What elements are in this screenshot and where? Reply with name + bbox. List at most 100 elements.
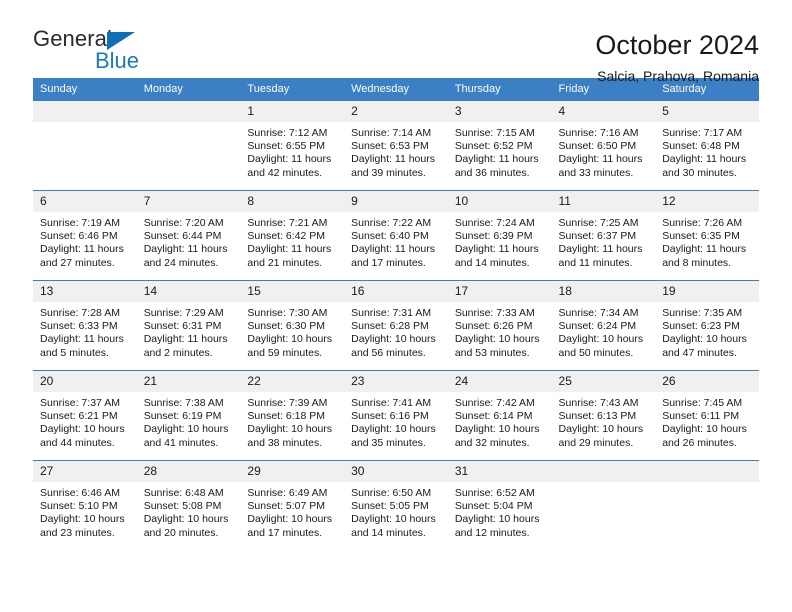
day-sunset-line: Sunset: 5:10 PM [40,500,118,513]
day-cell[interactable]: 4 Sunrise: 7:16 AM Sunset: 6:50 PM Daylight… [551,100,656,191]
day-number: 30 [344,461,448,482]
day-cell[interactable]: 30 Sunrise: 6:50 AM Sunset: 5:05 PM Dayligh… [344,460,448,551]
day-cell[interactable]: 27 Sunrise: 6:46 AM Sunset: 5:10 PM Dayligh… [33,460,137,551]
day-cell[interactable]: 18 Sunrise: 7:34 AM Sunset: 6:24 PM Dayligh… [551,280,656,371]
day-sunset-line: Sunset: 6:31 PM [143,320,222,333]
day-sunset-line: Sunset: 6:40 PM [351,230,429,243]
day-cell[interactable]: 9 Sunrise: 7:22 AM Sunset: 6:40 PM Daylight… [344,190,448,281]
day-details: Sunrise: 7:12 AM Sunset: 6:55 PM Daylight:… [240,122,344,180]
day-details: Sunrise: 7:33 AM Sunset: 6:26 PM Daylight:… [448,302,552,360]
day-cell[interactable]: 15 Sunrise: 7:30 AM Sunset: 6:30 PM Dayligh… [240,280,345,371]
day-details: Sunrise: 7:39 AM Sunset: 6:18 PM Daylight:… [240,392,344,450]
day-daylight-line: and 41 minutes. [143,436,219,449]
day-cell[interactable]: 29 Sunrise: 6:49 AM Sunset: 5:07 PM Dayligh… [240,460,345,551]
day-cell-empty [33,100,137,191]
day-cell[interactable]: 20 Sunrise: 7:37 AM Sunset: 6:21 PM Dayligh… [33,370,137,461]
day-sunset-line: Sunset: 6:52 PM [454,140,533,153]
day-cell[interactable]: 17 Sunrise: 7:33 AM Sunset: 6:26 PM Dayligh… [447,280,552,371]
day-daylight-line: Daylight: 10 hours [143,423,229,436]
day-cell[interactable]: 2 Sunrise: 7:14 AM Sunset: 6:53 PM Daylight… [344,100,448,191]
day-cell[interactable]: 23 Sunrise: 7:41 AM Sunset: 6:16 PM Dayligh… [344,370,448,461]
day-sunset-line: Sunset: 5:05 PM [351,500,429,513]
day-daylight-line: Daylight: 10 hours [247,423,333,436]
location-subtitle: Salcia, Prahova, Romania [597,68,759,85]
day-sunrise-line: Sunrise: 7:25 AM [558,217,639,229]
day-cell[interactable]: 5 Sunrise: 7:17 AM Sunset: 6:48 PM Daylight… [655,100,759,191]
day-sunset-line: Sunset: 6:30 PM [247,320,326,333]
day-cell[interactable]: 26 Sunrise: 7:45 AM Sunset: 6:11 PM Dayligh… [655,370,759,461]
day-cell[interactable]: 6 Sunrise: 7:19 AM Sunset: 6:46 PM Daylight… [33,190,137,281]
day-sunset-line: Sunset: 6:23 PM [662,320,740,333]
day-sunset-line: Sunset: 6:11 PM [662,410,740,423]
day-details: Sunrise: 7:28 AM Sunset: 6:33 PM Daylight:… [33,302,137,360]
day-number: 25 [551,371,656,392]
day-sunset-line: Sunset: 6:16 PM [351,410,429,423]
day-cell[interactable]: 24 Sunrise: 7:42 AM Sunset: 6:14 PM Dayligh… [447,370,552,461]
day-daylight-line: Daylight: 11 hours [351,243,435,256]
day-daylight-line: Daylight: 11 hours [40,333,124,346]
day-daylight-line: and 8 minutes. [662,256,732,269]
day-cell[interactable]: 7 Sunrise: 7:20 AM Sunset: 6:44 PM Daylight… [136,190,241,281]
day-details: Sunrise: 7:25 AM Sunset: 6:37 PM Daylight:… [552,212,656,270]
calendar-week-row: 6 Sunrise: 7:19 AM Sunset: 6:46 PM Daylight… [33,190,759,281]
page-title: October 2024 [595,30,759,60]
day-sunrise-line: Sunrise: 7:15 AM [454,127,535,139]
day-sunrise-line: Sunrise: 7:12 AM [247,127,328,139]
day-cell[interactable]: 1 Sunrise: 7:12 AM Sunset: 6:55 PM Daylight… [240,100,345,191]
day-cell[interactable]: 22 Sunrise: 7:39 AM Sunset: 6:18 PM Dayligh… [240,370,345,461]
day-daylight-line: and 14 minutes. [351,526,426,539]
day-number: 6 [33,191,137,212]
day-details: Sunrise: 7:29 AM Sunset: 6:31 PM Daylight:… [137,302,241,360]
day-cell[interactable]: 12 Sunrise: 7:26 AM Sunset: 6:35 PM Dayligh… [655,190,759,281]
day-daylight-line: Daylight: 11 hours [247,153,332,166]
day-sunrise-line: Sunrise: 7:30 AM [247,307,328,319]
day-cell[interactable]: 3 Sunrise: 7:15 AM Sunset: 6:52 PM Daylight… [447,100,552,191]
weekday-header-monday: Monday [136,78,241,101]
day-cell-empty [551,460,656,551]
day-details: Sunrise: 7:20 AM Sunset: 6:44 PM Daylight:… [137,212,241,270]
day-daylight-line: and 17 minutes. [247,526,323,539]
day-daylight-line: and 29 minutes. [558,436,634,449]
day-number: 2 [344,101,448,122]
day-details: Sunrise: 7:38 AM Sunset: 6:19 PM Daylight:… [137,392,241,450]
day-sunrise-line: Sunrise: 7:33 AM [454,307,535,319]
day-sunset-line: Sunset: 6:35 PM [662,230,740,243]
day-number: 1 [240,101,345,122]
day-cell[interactable]: 16 Sunrise: 7:31 AM Sunset: 6:28 PM Dayligh… [344,280,448,371]
day-cell[interactable]: 11 Sunrise: 7:25 AM Sunset: 6:37 PM Dayligh… [551,190,656,281]
day-details: Sunrise: 7:30 AM Sunset: 6:30 PM Daylight:… [240,302,344,360]
day-cell[interactable]: 28 Sunrise: 6:48 AM Sunset: 5:08 PM Dayligh… [136,460,241,551]
day-sunrise-line: Sunrise: 7:28 AM [40,307,120,319]
calendar-body: 1 Sunrise: 7:12 AM Sunset: 6:55 PM Daylight… [33,100,759,551]
day-cell[interactable]: 13 Sunrise: 7:28 AM Sunset: 6:33 PM Dayligh… [33,280,137,371]
day-sunrise-line: Sunrise: 7:29 AM [143,307,224,319]
day-sunset-line: Sunset: 6:50 PM [558,140,637,153]
day-number: 3 [447,101,552,122]
day-daylight-line: Daylight: 11 hours [143,243,228,256]
day-daylight-line: Daylight: 11 hours [247,243,332,256]
day-daylight-line: Daylight: 10 hours [662,423,747,436]
day-daylight-line: and 23 minutes. [40,526,115,539]
day-cell[interactable]: 21 Sunrise: 7:38 AM Sunset: 6:19 PM Dayligh… [136,370,241,461]
day-cell[interactable]: 10 Sunrise: 7:24 AM Sunset: 6:39 PM Dayligh… [447,190,552,281]
day-sunset-line: Sunset: 6:21 PM [40,410,118,423]
day-daylight-line: Daylight: 11 hours [454,243,539,256]
day-cell[interactable]: 8 Sunrise: 7:21 AM Sunset: 6:42 PM Daylight… [240,190,345,281]
calendar-week-row: 13 Sunrise: 7:28 AM Sunset: 6:33 PM Dayligh… [33,280,759,371]
day-number: 14 [136,281,241,302]
day-sunrise-line: Sunrise: 7:26 AM [662,217,743,229]
day-daylight-line: and 24 minutes. [143,256,219,269]
day-daylight-line: and 20 minutes. [143,526,219,539]
brand-logo[interactable]: General Blue [33,28,193,76]
day-sunrise-line: Sunrise: 6:48 AM [143,487,224,499]
day-cell[interactable]: 14 Sunrise: 7:29 AM Sunset: 6:31 PM Dayligh… [136,280,241,371]
calendar-week-row: 1 Sunrise: 7:12 AM Sunset: 6:55 PM Daylight… [33,100,759,191]
day-cell[interactable]: 19 Sunrise: 7:35 AM Sunset: 6:23 PM Dayligh… [655,280,759,371]
day-sunset-line: Sunset: 5:07 PM [247,500,326,513]
day-sunrise-line: Sunrise: 7:45 AM [662,397,743,409]
day-cell[interactable]: 25 Sunrise: 7:43 AM Sunset: 6:13 PM Dayligh… [551,370,656,461]
day-sunrise-line: Sunrise: 7:31 AM [351,307,432,319]
day-number [551,461,656,482]
day-details: Sunrise: 6:50 AM Sunset: 5:05 PM Daylight:… [344,482,448,540]
day-cell[interactable]: 31 Sunrise: 6:52 AM Sunset: 5:04 PM Dayligh… [447,460,552,551]
